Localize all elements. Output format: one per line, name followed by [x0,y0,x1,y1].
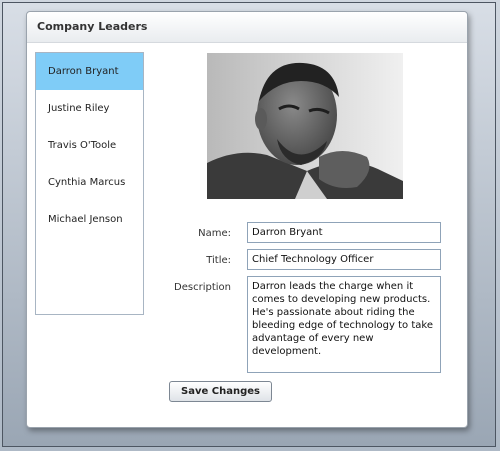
panel-title: Company Leaders [27,12,467,43]
leader-item-michael-jenson[interactable]: Michael Jenson [36,201,143,238]
leader-list: Darron Bryant Justine Riley Travis O'Too… [35,52,144,315]
title-field[interactable] [247,249,441,270]
description-label: Description [174,282,231,293]
leader-item-darron-bryant[interactable]: Darron Bryant [36,53,143,90]
leader-photo [207,53,403,199]
description-field[interactable]: Darron leads the charge when it comes to… [247,276,441,373]
leader-item-cynthia-marcus[interactable]: Cynthia Marcus [36,164,143,201]
name-label: Name: [198,228,231,239]
leader-item-travis-otoole[interactable]: Travis O'Toole [36,127,143,164]
title-label: Title: [206,255,231,266]
company-leaders-panel: Company Leaders Darron Bryant Justine Ri… [26,11,468,428]
portrait-image [207,53,403,199]
name-field[interactable] [247,222,441,243]
leader-item-justine-riley[interactable]: Justine Riley [36,90,143,127]
save-changes-button[interactable]: Save Changes [169,381,272,402]
